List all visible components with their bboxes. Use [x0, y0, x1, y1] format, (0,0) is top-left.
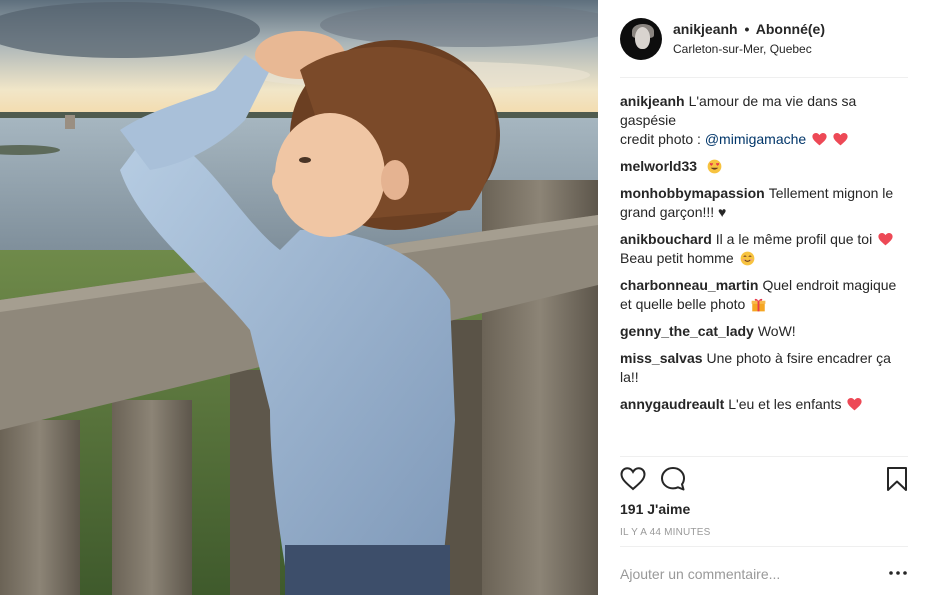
divider: [620, 456, 908, 457]
gift-icon: [751, 298, 766, 312]
post-photo[interactable]: [0, 0, 598, 595]
divider: [620, 546, 908, 547]
red-heart-icon: [812, 133, 827, 146]
comment-item: anikbouchard Il a le même profil que toi …: [620, 230, 908, 268]
heart-eyes-face-icon: [707, 159, 722, 174]
comment-username[interactable]: anikbouchard: [620, 231, 712, 247]
comment-item: miss_salvas Une photo à fsire encadrer ça…: [620, 349, 908, 387]
bookmark-icon[interactable]: [884, 466, 910, 492]
heart-outline-icon[interactable]: [620, 466, 646, 492]
comment-username[interactable]: melworld33: [620, 158, 697, 174]
follow-status-button[interactable]: Abonné(e): [756, 21, 825, 37]
caption: anikjeanh L'amour de ma vie dans sa gaspé…: [620, 92, 908, 149]
post-timestamp[interactable]: IL Y A 44 MINUTES: [620, 527, 710, 538]
caption-text-prefix: credit photo :: [620, 131, 701, 147]
speech-bubble-icon[interactable]: [660, 466, 686, 492]
photo-illustration: [0, 0, 598, 595]
red-heart-icon: [833, 133, 848, 146]
red-heart-icon: [878, 233, 893, 246]
add-comment-input[interactable]: [620, 563, 870, 585]
avatar[interactable]: [620, 18, 662, 60]
comment-item: monhobbymapassion Tellement mignon le gra…: [620, 184, 908, 222]
comment-username[interactable]: genny_the_cat_lady: [620, 323, 754, 339]
avatar-face: [635, 27, 650, 49]
comment-text: L'eu et les enfants: [728, 396, 842, 412]
location-link[interactable]: Carleton-sur-Mer, Quebec: [673, 42, 812, 56]
comment-username[interactable]: annygaudreault: [620, 396, 724, 412]
header-line: anikjeanh • Abonné(e): [673, 21, 825, 37]
comment-item: annygaudreault L'eu et les enfants: [620, 395, 908, 414]
caption-mention[interactable]: @mimigamache: [705, 131, 806, 147]
comment-username[interactable]: charbonneau_martin: [620, 277, 758, 293]
header-username[interactable]: anikjeanh: [673, 21, 738, 37]
header-separator: •: [744, 21, 750, 37]
smiling-face-icon: [740, 251, 754, 266]
instagram-post: anikjeanh • Abonné(e) Carleton-sur-Mer, …: [0, 0, 925, 595]
post-sidebar: anikjeanh • Abonné(e) Carleton-sur-Mer, …: [598, 0, 925, 595]
comment-username[interactable]: miss_salvas: [620, 350, 703, 366]
post-header: anikjeanh • Abonné(e) Carleton-sur-Mer, …: [620, 18, 908, 78]
action-bar: [620, 466, 908, 494]
comments-list: anikjeanh L'amour de ma vie dans sa gaspé…: [620, 92, 908, 422]
comment-item: melworld33: [620, 157, 908, 176]
comment-text-line2: Beau petit homme: [620, 250, 734, 266]
red-heart-icon: [847, 398, 862, 411]
comment-item: genny_the_cat_lady WoW!: [620, 322, 908, 341]
ellipsis-icon[interactable]: [888, 563, 908, 583]
comment-text: Il a le même profil que toi: [715, 231, 873, 247]
comment-text: WoW!: [757, 323, 796, 339]
comment-item: charbonneau_martin Quel endroit magique e…: [620, 276, 908, 314]
comment-username[interactable]: monhobbymapassion: [620, 185, 765, 201]
caption-username[interactable]: anikjeanh: [620, 93, 685, 109]
likes-count[interactable]: 191 J'aime: [620, 501, 690, 517]
